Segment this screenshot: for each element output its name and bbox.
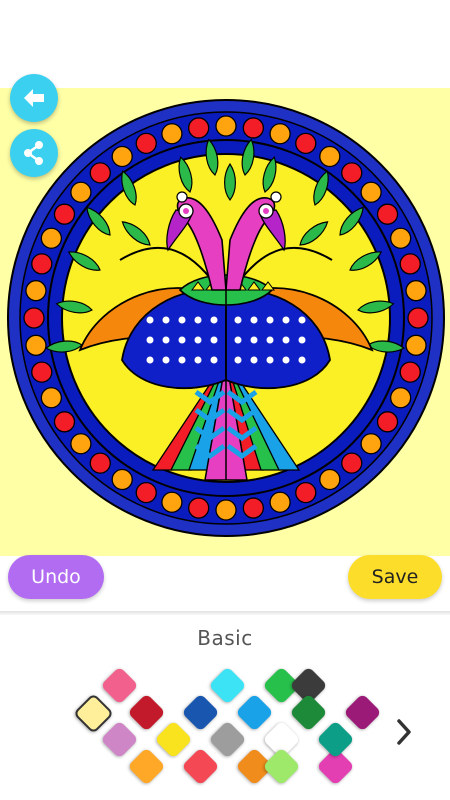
next-palette-button[interactable] bbox=[388, 712, 420, 752]
color-swatch[interactable] bbox=[316, 720, 355, 759]
color-swatch[interactable] bbox=[262, 747, 301, 786]
color-swatch[interactable] bbox=[181, 747, 220, 786]
color-swatch[interactable] bbox=[127, 693, 166, 732]
color-swatch[interactable] bbox=[100, 666, 139, 705]
save-button[interactable]: Save bbox=[348, 555, 442, 599]
status-bar-space bbox=[0, 0, 450, 88]
color-swatch[interactable] bbox=[154, 720, 193, 759]
color-swatch[interactable] bbox=[208, 720, 247, 759]
color-swatch[interactable] bbox=[208, 666, 247, 705]
color-swatch[interactable] bbox=[100, 720, 139, 759]
color-swatch[interactable] bbox=[127, 747, 166, 786]
color-swatch[interactable] bbox=[72, 692, 115, 735]
mandala-artwork[interactable] bbox=[0, 88, 450, 556]
color-swatch[interactable] bbox=[343, 693, 382, 732]
panel-divider bbox=[0, 611, 450, 615]
back-arrow-icon bbox=[24, 89, 44, 107]
palette-title: Basic bbox=[197, 626, 253, 650]
color-swatch[interactable] bbox=[181, 693, 220, 732]
chevron-right-icon bbox=[397, 719, 411, 745]
share-button[interactable] bbox=[10, 129, 58, 177]
share-icon bbox=[24, 141, 43, 165]
color-swatch[interactable] bbox=[289, 693, 328, 732]
coloring-canvas[interactable] bbox=[0, 88, 450, 556]
color-swatch[interactable] bbox=[235, 693, 274, 732]
undo-button[interactable]: Undo bbox=[8, 555, 104, 599]
back-button[interactable] bbox=[10, 74, 58, 122]
